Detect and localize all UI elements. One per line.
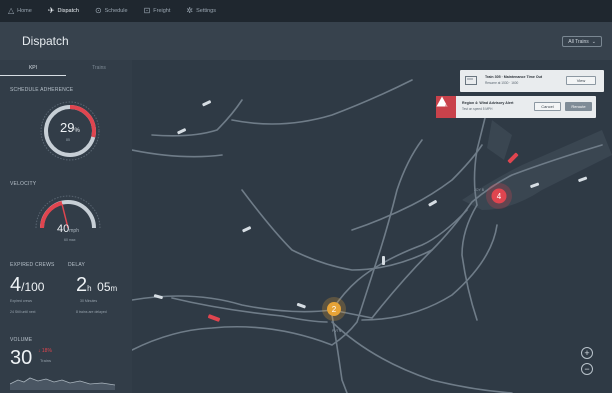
- train-marker: [242, 226, 252, 233]
- rail-line-top: [231, 79, 413, 125]
- volume-value: 30: [10, 347, 33, 369]
- rail-line-top-left: [151, 99, 243, 137]
- velocity-value-number: 40: [57, 223, 70, 235]
- schedule-value-unit: %: [74, 128, 80, 134]
- expired-crews-caption: Expired crews: [10, 299, 32, 303]
- rail-line-mid: [241, 189, 433, 271]
- volume-label: VOLUME: [10, 337, 33, 343]
- rail-line-south: [331, 314, 348, 393]
- warning-exclamation: !: [445, 105, 447, 111]
- page-title: Dispatch: [22, 34, 69, 48]
- volume-unit: Trains: [40, 358, 51, 363]
- train-marker-alert: [207, 314, 221, 322]
- view-button[interactable]: View: [566, 76, 596, 85]
- train-marker: [382, 256, 385, 265]
- schedule-value: 29%: [60, 120, 80, 135]
- delay-caption-2: 8 trains are delayed: [76, 310, 107, 314]
- maintenance-sub: Resume at 1530 · 1600: [485, 81, 519, 85]
- cluster-count-red: 4: [497, 192, 502, 201]
- nav-dispatch-label: Dispatch: [57, 8, 79, 14]
- expired-crews-value: 4/100: [10, 274, 44, 297]
- water-body-north: [487, 120, 512, 160]
- rail-line-east-south: [461, 204, 478, 321]
- nav-dispatch[interactable]: ✈ Dispatch: [46, 0, 81, 22]
- delay-value: 2h 05m: [76, 274, 117, 297]
- wind-alert-notification: ! Region 4: Wind Advisory Alert Test on …: [436, 96, 596, 118]
- velocity-label: VELOCITY: [10, 181, 37, 187]
- zoom-out-button[interactable]: −: [581, 363, 593, 375]
- alert-title: Region 4: Wind Advisory Alert: [462, 101, 514, 105]
- nav-freight[interactable]: ⊡ Freight: [142, 0, 173, 22]
- maintenance-title: Train 305 · Maintenance Time Out: [485, 75, 543, 79]
- reroute-button[interactable]: Reroute: [565, 102, 592, 111]
- water-body: [462, 130, 612, 210]
- nav-settings-label: Settings: [196, 8, 216, 14]
- rail-line-top-left-2: [132, 149, 223, 158]
- kpi-sidebar: KPI Trains SCHEDULE ADHERENCE 29% 85 VEL…: [0, 60, 132, 393]
- train-marker: [202, 100, 212, 107]
- expired-crews-number: 4: [10, 274, 22, 296]
- home-icon: △: [8, 6, 15, 15]
- clock-icon: ⊙: [94, 6, 102, 15]
- delay-minutes-unit: m: [110, 284, 118, 293]
- rail-line-southeast: [331, 321, 513, 393]
- rail-line-diagonal: [351, 144, 483, 231]
- train-marker-alert: [507, 152, 519, 164]
- train-marker: [428, 200, 437, 207]
- nav-home[interactable]: △ Home: [6, 0, 34, 22]
- nav-settings[interactable]: ✲ Settings: [184, 0, 218, 22]
- zoom-in-button[interactable]: +: [581, 347, 593, 359]
- nav-schedule[interactable]: ⊙ Schedule: [93, 0, 130, 22]
- rail-line-branch-1: [331, 209, 468, 311]
- delay-minutes: 05: [97, 280, 111, 294]
- dispatch-icon: ✈: [47, 6, 55, 15]
- train-marker: [177, 128, 187, 135]
- expired-crews-denominator: /100: [21, 280, 45, 294]
- expired-crews-caption-2: 24 Still until next: [10, 310, 36, 314]
- tab-trains[interactable]: Trains: [66, 64, 132, 76]
- volume-sparkline: [10, 377, 116, 390]
- expired-crews-label: EXPIRED CREWS: [10, 262, 55, 268]
- train-markers: [153, 100, 588, 322]
- chevron-down-icon: ⌄: [591, 38, 596, 45]
- train-marker: [153, 294, 163, 300]
- city-label-2: PVTN: [332, 329, 342, 333]
- box-icon: ⊡: [143, 6, 151, 15]
- alert-sub: Test on speed 5 MPH: [462, 107, 493, 111]
- train-marker: [296, 302, 306, 309]
- schedule-sub: 85: [66, 138, 70, 142]
- velocity-sub: 60 max: [64, 238, 76, 242]
- cluster-count-orange: 2: [332, 305, 337, 314]
- velocity-value: 40mph: [57, 223, 79, 235]
- schedule-value-number: 29: [60, 120, 75, 135]
- trains-filter-select[interactable]: All Trains ⌄: [562, 36, 602, 47]
- rail-map[interactable]: 2 4 JOY B PVTN Train 305 · Maintenance T…: [132, 60, 612, 393]
- top-nav: △ Home ✈ Dispatch ⊙ Schedule ⊡ Freight ✲…: [0, 0, 612, 22]
- page-header: Dispatch All Trains ⌄: [0, 22, 612, 60]
- cancel-button[interactable]: Cancel: [534, 102, 561, 111]
- calendar-icon: [465, 76, 477, 85]
- volume-delta: ↓ 18%: [38, 348, 52, 354]
- delay-label: DELAY: [68, 262, 86, 268]
- delay-hours: 2: [76, 274, 88, 296]
- delay-caption: 30 Minutes: [80, 299, 98, 303]
- maintenance-notification: Train 305 · Maintenance Time Out Resume …: [460, 70, 604, 92]
- rail-lines: [132, 79, 603, 393]
- sidebar-tabs: KPI Trains: [0, 64, 132, 76]
- delay-hours-unit: h: [87, 284, 92, 293]
- schedule-adherence-label: SCHEDULE ADHERENCE: [10, 87, 74, 93]
- train-marker: [578, 176, 588, 182]
- trains-filter-label: All Trains: [568, 38, 589, 45]
- velocity-unit: mph: [69, 228, 79, 234]
- nav-freight-label: Freight: [153, 8, 171, 14]
- nav-home-label: Home: [17, 8, 32, 14]
- city-label-1: JOY B: [474, 188, 485, 192]
- nav-schedule-label: Schedule: [104, 8, 128, 14]
- gear-icon: ✲: [186, 6, 194, 15]
- rail-line-west: [171, 297, 328, 323]
- tab-kpi[interactable]: KPI: [0, 64, 66, 76]
